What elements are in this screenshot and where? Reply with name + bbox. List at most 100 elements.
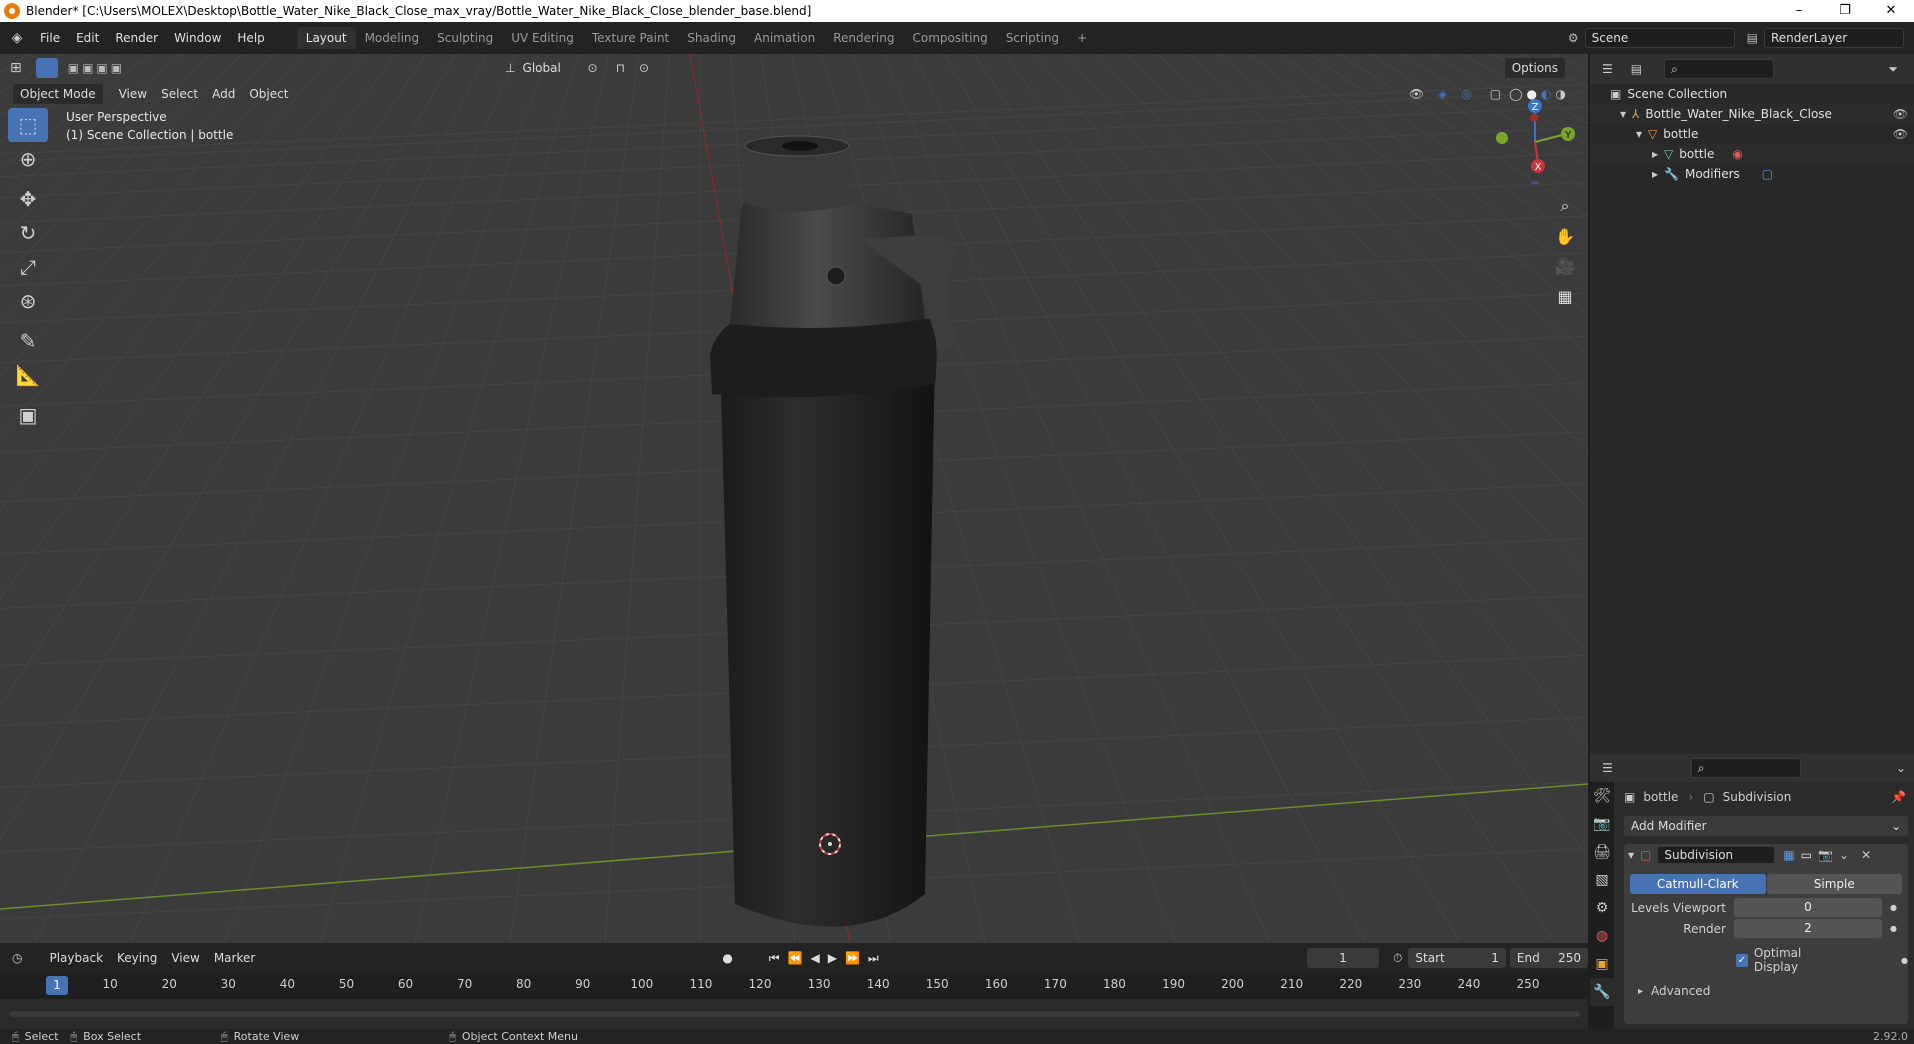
viewport-display-toggle-icon[interactable]: ▭ [1801,848,1812,862]
select-box-tool[interactable]: ⬚ [8,108,48,142]
record-icon[interactable]: ● [722,951,732,965]
measure-tool[interactable]: 📐 [8,358,48,392]
add-modifier-dropdown[interactable]: Add Modifier ⌄ [1624,816,1908,836]
end-frame-field[interactable]: End 250 [1509,948,1588,968]
3d-viewport[interactable]: ⊞ ▣▣▣▣ ⊥ Global ⊙ ⊓ ⊙ Options Object Mod… [0,54,1588,943]
advanced-subpanel-header[interactable]: ▸ Advanced [1638,984,1908,998]
pan-hand-icon[interactable]: ✋ [1551,222,1579,250]
menu-object[interactable]: Object [242,84,295,104]
maximize-button[interactable]: ❐ [1822,0,1868,22]
collapse-arrow-icon[interactable]: ▾ [1636,127,1642,141]
tab-modeling[interactable]: Modeling [356,27,429,49]
frame-ruler[interactable]: 1 10 20 30 40 50 60 70 80 90 100 110 120 130 140 150 160… [0,973,1588,999]
playback-controls[interactable]: ⏮⏪◀▶⏩⏭ [769,951,887,966]
scene-selector[interactable]: Scene [1584,28,1735,48]
menu-playback[interactable]: Playback [42,948,110,968]
properties-search-input[interactable]: ⌕ [1690,758,1801,778]
menu-edit[interactable]: Edit [68,27,107,49]
blender-menu-icon[interactable]: ◈ [8,29,26,47]
outliner-editor-type-icon[interactable]: ☰ [1602,62,1613,76]
selection-modes-icon[interactable]: ▣▣▣▣ [68,61,125,75]
timeline-editor-type-icon[interactable]: ◷ [12,951,22,965]
render-tab-icon[interactable]: 📷 [1590,810,1614,838]
rotate-tool[interactable]: ↻ [8,216,48,250]
outliner-row-modifiers[interactable]: ▸ 🔧 Modifiers ▢ [1590,164,1914,184]
menu-render[interactable]: Render [107,27,166,49]
proportional-edit-icon[interactable]: ⊙ [639,61,649,75]
start-frame-field[interactable]: Start 1 [1408,948,1506,968]
tool-tab-icon[interactable]: 🛠 [1590,782,1614,810]
levels-viewport-field[interactable]: 0 [1734,898,1882,917]
properties-options-icon[interactable]: ⌄ [1896,761,1906,775]
properties-editor-type-icon[interactable]: ☰ [1602,761,1613,775]
expand-arrow-icon[interactable]: ▸ [1652,147,1658,161]
edit-mode-toggle-icon[interactable]: ▦ [1783,848,1794,862]
outliner-row-object[interactable]: ▾ ▽ bottle 👁 [1590,124,1914,144]
filter-icon[interactable]: ⏷ [1888,62,1898,77]
pivot-icon[interactable]: ⊙ [588,61,598,75]
close-window-button[interactable]: ✕ [1868,0,1914,22]
expand-arrow-icon[interactable]: ▸ [1652,167,1658,181]
menu-add[interactable]: Add [205,84,242,104]
collapse-arrow-icon[interactable]: ▾ [1628,848,1634,862]
outliner-search-input[interactable]: ⌕ [1664,59,1775,79]
render-layer-selector[interactable]: RenderLayer [1764,28,1904,48]
select-mode-icon[interactable] [35,58,58,78]
menu-help[interactable]: Help [229,27,272,49]
view-layer-tab-icon[interactable]: ▧ [1590,866,1614,894]
move-tool[interactable]: ✥ [8,182,48,216]
cursor-tool[interactable]: ⊕ [8,142,48,176]
catmull-clark-button[interactable]: Catmull-Clark [1630,874,1766,894]
transform-tool[interactable]: ⊛ [8,284,48,318]
navigation-gizmo[interactable]: Z Y X [1490,94,1580,184]
modifier-menu-icon[interactable]: ⌄ [1839,848,1849,862]
menu-view[interactable]: View [112,84,154,104]
tab-rendering[interactable]: Rendering [824,27,903,49]
preview-range-icon[interactable]: ⏱ [1393,951,1402,966]
pin-icon[interactable]: 📌 [1891,790,1906,804]
overlay-toggle-icon[interactable]: ◎ [1461,87,1471,101]
tab-layout[interactable]: Layout [296,27,356,49]
render-levels-field[interactable]: 2 [1734,919,1882,938]
scale-tool[interactable]: ⤢ [8,250,48,284]
transform-orientation-dropdown[interactable]: Global [516,58,580,78]
optimal-display-checkbox[interactable]: ✓ [1736,953,1748,967]
tab-texture-paint[interactable]: Texture Paint [583,27,678,49]
timeline-scrollbar[interactable] [10,1011,1580,1017]
current-frame-field[interactable]: 1 [1306,948,1380,968]
world-tab-icon[interactable]: ◍ [1590,922,1614,950]
outliner-row-mesh[interactable]: ▸ ▽ bottle ◉ [1590,144,1914,164]
keyframe-dot-icon[interactable]: ● [1890,903,1897,912]
modifier-tab-icon[interactable]: 🔧 [1590,978,1614,1006]
menu-file[interactable]: File [32,27,68,49]
keyframe-dot-icon[interactable]: ● [1890,924,1897,933]
collapse-arrow-icon[interactable]: ▾ [1620,107,1626,121]
tab-uv-editing[interactable]: UV Editing [502,27,583,49]
object-tab-icon[interactable]: ▣ [1590,950,1614,978]
gizmo-toggle-icon[interactable]: ◈ [1438,87,1447,101]
simple-button[interactable]: Simple [1766,874,1902,894]
zoom-icon[interactable]: ⌕ [1551,192,1579,220]
remove-modifier-icon[interactable]: ✕ [1861,848,1871,862]
keyframe-dot-icon[interactable]: ● [1901,956,1908,965]
editor-type-icon[interactable]: ⊞ [10,60,22,76]
visibility-eye-icon[interactable]: 👁 [1893,127,1908,141]
menu-window[interactable]: Window [166,27,229,49]
visibility-eye-icon[interactable]: 👁 [1893,107,1908,121]
tab-shading[interactable]: Shading [678,27,745,49]
annotate-tool[interactable]: ✎ [8,324,48,358]
minimize-button[interactable]: – [1776,0,1822,22]
camera-view-icon[interactable]: 🎥 [1551,252,1579,280]
tab-sculpting[interactable]: Sculpting [428,27,502,49]
snap-icon[interactable]: ⊓ [616,61,625,75]
menu-timeline-view[interactable]: View [164,948,206,968]
output-tab-icon[interactable]: 🖨 [1590,838,1614,866]
ortho-toggle-icon[interactable]: ▦ [1551,282,1579,310]
add-workspace-button[interactable]: + [1068,27,1096,49]
tab-scripting[interactable]: Scripting [997,27,1068,49]
outliner-row-scene-collection[interactable]: ▣ Scene Collection [1590,84,1914,104]
display-mode-icon[interactable]: ▤ [1631,62,1642,76]
menu-select[interactable]: Select [154,84,205,104]
menu-keying[interactable]: Keying [110,948,164,968]
menu-marker[interactable]: Marker [207,948,262,968]
